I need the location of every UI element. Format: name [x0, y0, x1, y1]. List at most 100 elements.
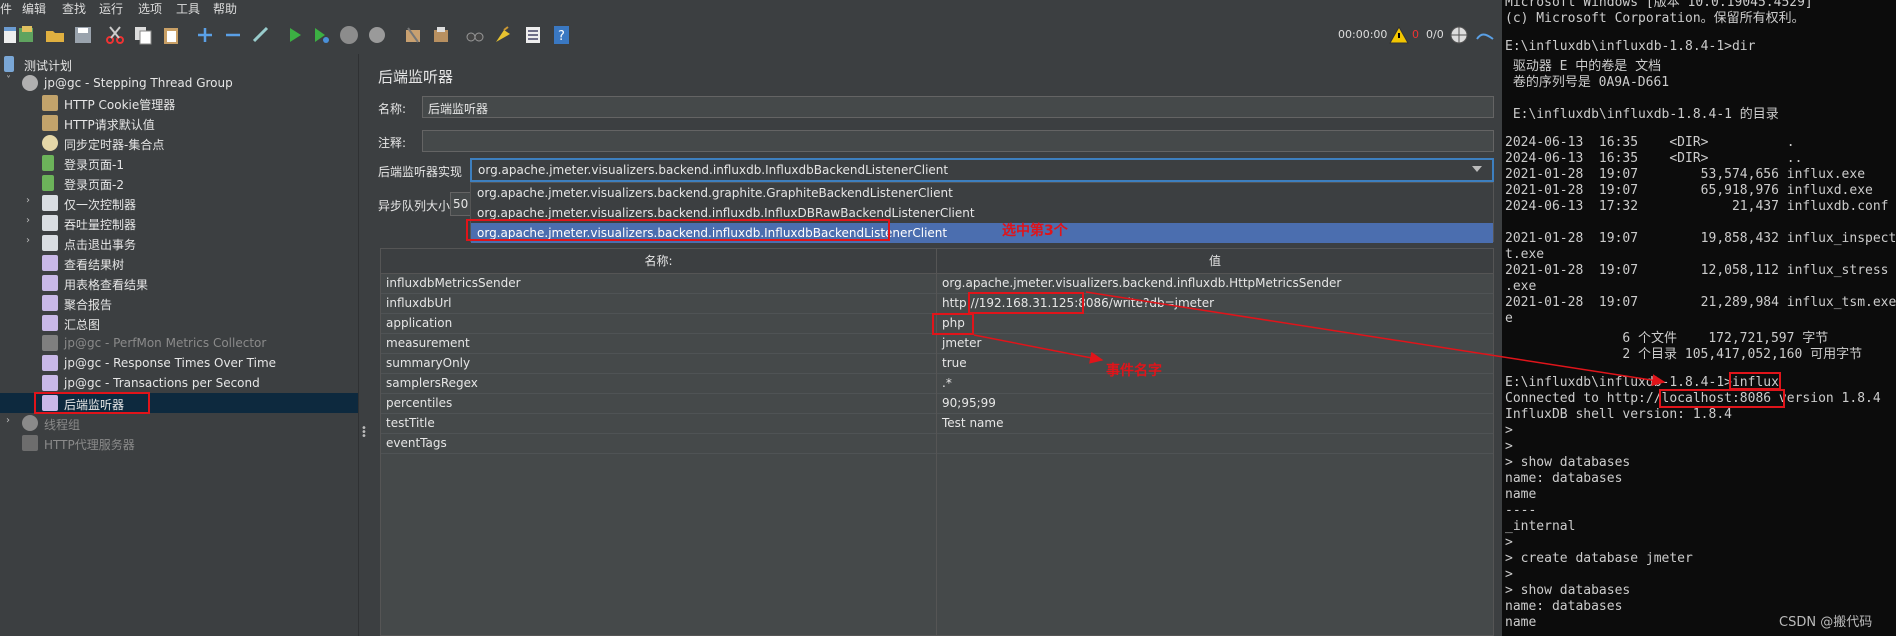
annotation-select-third: 选中第3个: [1002, 223, 1068, 239]
tree-node-http-proxy[interactable]: HTTP代理服务器: [0, 433, 358, 453]
console-line: >: [1505, 535, 1513, 550]
tools-icon: [42, 115, 58, 131]
expand-plus-icon[interactable]: [194, 24, 216, 46]
param-value[interactable]: org.apache.jmeter.visualizers.backend.in…: [942, 276, 1341, 290]
listener-icon: [42, 255, 58, 271]
console-line: E:\influxdb\influxdb-1.8.4-1 的目录: [1505, 107, 1779, 122]
menu-tools[interactable]: 工具: [176, 0, 200, 17]
shutdown-icon[interactable]: [366, 24, 388, 46]
open-folder-icon[interactable]: [44, 24, 66, 46]
panel-title: 后端监听器: [378, 68, 454, 86]
expander-icon[interactable]: ›: [26, 215, 36, 229]
help-icon[interactable]: ?: [550, 24, 572, 46]
param-value[interactable]: 90;95;99: [942, 396, 996, 410]
param-value[interactable]: true: [942, 356, 967, 370]
menu-bar: 件 编辑 查找 运行 选项 工具 帮助: [0, 0, 1502, 16]
tree-node-aggregate-report[interactable]: 聚合报告: [0, 293, 358, 313]
table-row[interactable]: eventTags: [381, 433, 1493, 454]
tree-node-http-defaults[interactable]: HTTP请求默认值: [0, 113, 358, 133]
column-header-value[interactable]: 值: [937, 249, 1493, 274]
listener-icon: [42, 315, 58, 331]
cmd-console: Microsoft Windows [版本 10.0.19045.4529] (…: [1502, 0, 1896, 636]
search-binoculars-icon[interactable]: [464, 24, 486, 46]
comment-field[interactable]: [422, 130, 1494, 152]
menu-edit[interactable]: 编辑: [22, 0, 46, 17]
console-line: >: [1505, 439, 1513, 454]
remote-globe-icon[interactable]: [1448, 24, 1470, 46]
expander-icon[interactable]: ˅: [6, 75, 16, 89]
log-viewer-icon[interactable]: [1474, 24, 1496, 46]
menu-options[interactable]: 选项: [138, 0, 162, 17]
table-row[interactable]: percentiles 90;95;99: [381, 393, 1493, 414]
name-field[interactable]: 后端监听器: [422, 96, 1494, 118]
tree-node-response-times[interactable]: jp@gc - Response Times Over Time: [0, 353, 358, 373]
save-icon[interactable]: [72, 24, 94, 46]
expander-icon[interactable]: ›: [26, 195, 36, 209]
warning-icon[interactable]: [1388, 24, 1410, 46]
console-line: t.exe: [1505, 247, 1545, 262]
clear-icon[interactable]: [402, 24, 424, 46]
column-header-name[interactable]: 名称:: [381, 249, 936, 274]
tree-node-view-results-table[interactable]: 用表格查看结果: [0, 273, 358, 293]
table-row[interactable]: samplersRegex .*: [381, 373, 1493, 394]
tree-node-perfmon-collector[interactable]: jp@gc - PerfMon Metrics Collector: [0, 333, 358, 353]
tree-node-login-page-1[interactable]: 登录页面-1: [0, 153, 358, 173]
test-plan-icon: [4, 56, 14, 72]
console-line: 2021-01-28 19:07 19,858,432 influx_inspe…: [1505, 231, 1896, 246]
console-line: name: databases: [1505, 471, 1623, 486]
param-value[interactable]: jmeter: [942, 336, 981, 350]
param-name: influxdbMetricsSender: [386, 276, 521, 290]
cut-icon[interactable]: [104, 24, 126, 46]
menu-search[interactable]: 查找: [62, 0, 86, 17]
tree-node-thread-group[interactable]: › 线程组: [0, 413, 358, 433]
stop-icon[interactable]: [338, 24, 360, 46]
expander-icon[interactable]: ›: [26, 235, 36, 249]
console-line: name: [1505, 615, 1537, 630]
console-line: 卷的序列号是 0A9A-D661: [1505, 75, 1670, 90]
tree-node-cookie-manager[interactable]: HTTP Cookie管理器: [0, 93, 358, 113]
tree-node-once-only-controller[interactable]: › 仅一次控制器: [0, 193, 358, 213]
tree-node-view-results-tree[interactable]: 查看结果树: [0, 253, 358, 273]
param-value[interactable]: Test name: [942, 416, 1003, 430]
tree-node-sync-timer[interactable]: 同步定时器-集合点: [0, 133, 358, 153]
tree-node-summary-graph[interactable]: 汇总图: [0, 313, 358, 333]
console-line: 2024-06-13 17:32 21,437 influxdb.conf: [1505, 199, 1889, 214]
annotation-box-application: [932, 313, 974, 335]
menu-run[interactable]: 运行: [99, 0, 123, 17]
tree-node-test-plan[interactable]: 测试计划: [0, 54, 358, 74]
menu-file[interactable]: 件: [0, 0, 12, 17]
table-row[interactable]: summaryOnly true: [381, 353, 1493, 374]
console-line: 2021-01-28 19:07 53,574,656 influx.exe: [1505, 167, 1866, 182]
column-divider[interactable]: [936, 249, 937, 635]
console-line: > create database jmeter: [1505, 551, 1693, 566]
impl-option-graphite[interactable]: org.apache.jmeter.visualizers.backend.gr…: [471, 183, 1493, 203]
table-row[interactable]: influxdbMetricsSender org.apache.jmeter.v…: [381, 273, 1493, 294]
tree-node-logout-transaction[interactable]: › 点击退出事务: [0, 233, 358, 253]
menu-help[interactable]: 帮助: [213, 0, 237, 17]
clear-all-icon[interactable]: [430, 24, 452, 46]
tree-node-throughput-controller[interactable]: › 吞吐量控制器: [0, 213, 358, 233]
start-no-pause-icon[interactable]: [310, 24, 332, 46]
tree-node-stepping-thread-group[interactable]: ˅ jp@gc - Stepping Thread Group: [0, 73, 358, 93]
console-line: > show databases: [1505, 455, 1631, 470]
copy-icon[interactable]: [132, 24, 154, 46]
templates-icon[interactable]: [16, 24, 38, 46]
tree-node-transactions-per-second[interactable]: jp@gc - Transactions per Second: [0, 373, 358, 393]
collapse-minus-icon[interactable]: [222, 24, 244, 46]
chevron-down-icon[interactable]: [1472, 166, 1482, 172]
start-icon[interactable]: [284, 24, 306, 46]
listener-icon: [42, 355, 58, 371]
table-row[interactable]: influxdbUrl http://192.168.31.125:8086/wr…: [381, 293, 1493, 314]
controller-icon: [42, 235, 58, 251]
expander-icon[interactable]: ›: [6, 415, 16, 429]
impl-select[interactable]: org.apache.jmeter.visualizers.backend.in…: [470, 158, 1494, 182]
param-value[interactable]: .*: [942, 376, 952, 390]
paste-icon[interactable]: [160, 24, 182, 46]
comment-label: 注释:: [378, 136, 407, 150]
table-row[interactable]: testTitle Test name: [381, 413, 1493, 434]
reset-search-icon[interactable]: [492, 24, 514, 46]
toggle-icon[interactable]: [250, 24, 272, 46]
table-row[interactable]: measurement jmeter: [381, 333, 1493, 354]
tree-node-login-page-2[interactable]: 登录页面-2: [0, 173, 358, 193]
function-helper-icon[interactable]: [522, 24, 544, 46]
